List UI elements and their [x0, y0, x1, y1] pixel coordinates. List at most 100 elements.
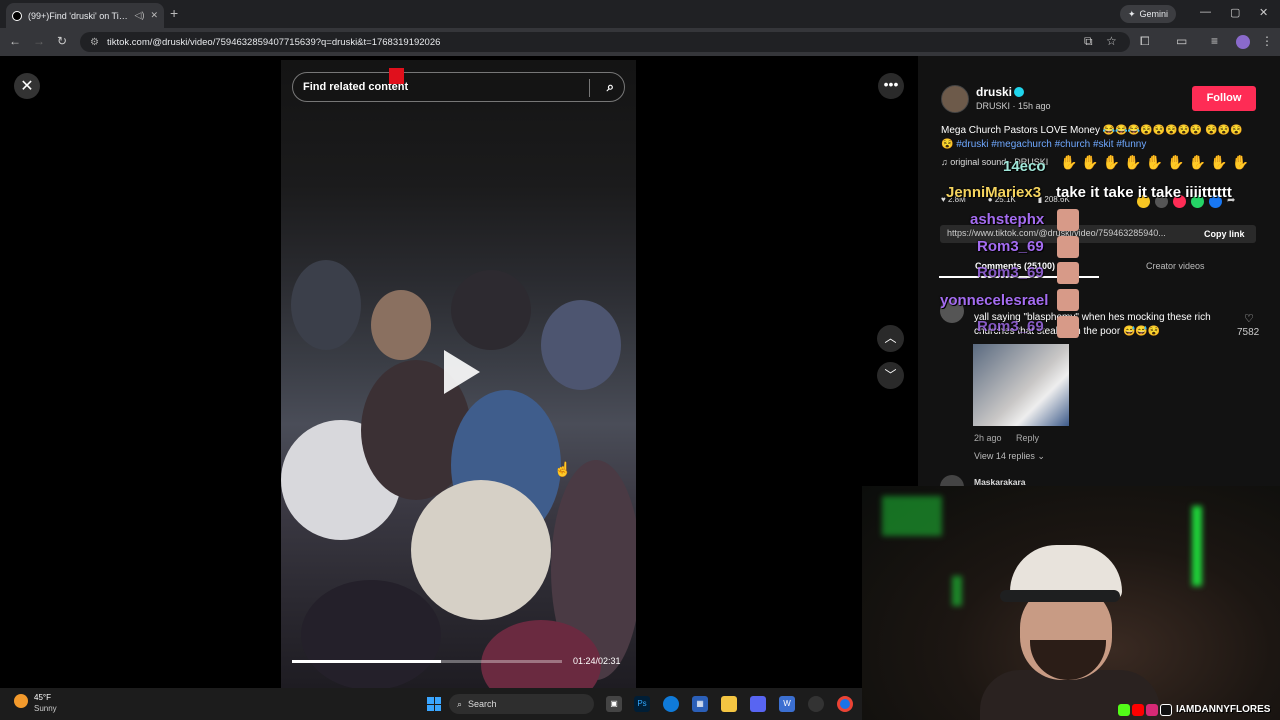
search-divider — [589, 79, 590, 97]
video-crowd-figure — [411, 480, 551, 620]
username[interactable]: druski — [976, 85, 1012, 99]
cast-icon[interactable]: ⧉ — [1084, 34, 1093, 49]
store-icon[interactable]: ▦ — [692, 696, 708, 712]
address-bar[interactable]: ⚙ tiktok.com/@druski/video/7594632859407… — [80, 32, 1130, 52]
progress-fill — [292, 660, 441, 663]
back-icon[interactable]: ← — [9, 34, 21, 48]
weather-icon[interactable] — [14, 694, 28, 708]
tiktok-icon — [12, 10, 22, 21]
more-options-icon[interactable]: ••• — [878, 73, 904, 99]
chat-message: take it take it take iiiitttttt — [1056, 184, 1232, 201]
media-icon[interactable]: ≡ — [1211, 34, 1218, 48]
menu-icon[interactable]: ⋮ — [1261, 34, 1273, 48]
view-replies-label: View 14 replies — [974, 451, 1035, 461]
file-explorer-icon[interactable] — [721, 696, 737, 712]
close-window-icon[interactable]: ✕ — [1259, 6, 1268, 19]
avatar[interactable] — [941, 85, 969, 113]
youtube-icon — [1132, 704, 1144, 716]
chat-username: 14eco — [1003, 158, 1046, 175]
find-related-search[interactable]: Find related content ⌕ — [292, 72, 625, 102]
video-time: 01:24/02:31 — [573, 656, 621, 666]
copy-link-button[interactable]: Copy link — [1204, 229, 1245, 239]
obs-icon[interactable] — [808, 696, 824, 712]
caption-text: Mega Church Pastors LOVE Money — [941, 125, 1100, 136]
comment-like-icon[interactable]: ♡ — [1244, 312, 1254, 325]
kick-icon — [1118, 704, 1130, 716]
task-view-icon[interactable]: ▣ — [606, 696, 622, 712]
chat-username: yonnecelesrael — [940, 292, 1049, 309]
chat-emote-icon — [1057, 289, 1079, 311]
profile-avatar[interactable] — [1236, 35, 1250, 49]
tiktok-icon — [1160, 704, 1172, 716]
tab-title: (99+)Find 'druski' on TikTok — [28, 10, 129, 21]
caption: Mega Church Pastors LOVE Money 😂😂😂😵😵😵😵😵 … — [941, 124, 1251, 152]
view-replies-button[interactable]: View 14 replies ⌄ — [974, 451, 1045, 462]
mute-icon[interactable]: ◁) — [135, 10, 145, 21]
comment-time: 2h ago — [974, 433, 1002, 443]
browser-tab[interactable]: (99+)Find 'druski' on TikTok ◁) ✕ — [6, 3, 164, 28]
taskbar-search-label: Search — [468, 699, 497, 709]
word-icon[interactable]: W — [779, 696, 795, 712]
reload-icon[interactable]: ↻ — [57, 34, 67, 48]
video-crowd-figure — [371, 290, 431, 360]
search-icon[interactable]: ⌕ — [607, 79, 614, 95]
chat-username: ashstephx — [970, 211, 1045, 228]
discord-icon[interactable] — [750, 696, 766, 712]
start-icon[interactable] — [427, 697, 441, 711]
gemini-icon: ✦ — [1128, 8, 1136, 19]
screen: { "browser": { "tab_title": "(99+)Find '… — [0, 0, 1280, 720]
video-crowd-figure — [301, 580, 441, 688]
weather-condition: Sunny — [34, 704, 57, 713]
extensions-icon[interactable]: ⧠ — [1140, 34, 1150, 49]
chat-emote-icon — [1057, 262, 1079, 284]
red-marker — [389, 68, 404, 84]
new-tab-icon[interactable]: + — [170, 5, 178, 21]
taskbar-search[interactable]: ⌕ Search — [449, 694, 594, 714]
user-subtitle: DRUSKI · 15h ago — [976, 101, 1051, 111]
verified-icon — [1014, 87, 1024, 97]
comment-image[interactable] — [973, 344, 1069, 426]
next-video-icon[interactable]: ﹀ — [877, 362, 904, 389]
video-crowd-figure — [451, 270, 531, 350]
edge-icon[interactable] — [663, 696, 679, 712]
chat-username: JenniMariex3 — [946, 184, 1042, 201]
chat-username: Rom3_69 — [977, 318, 1044, 335]
split-view-icon[interactable]: ▭ — [1176, 34, 1187, 48]
comment-like-count: 7582 — [1237, 327, 1260, 338]
video-progress-bar[interactable] — [292, 660, 562, 663]
minimize-icon[interactable]: — — [1200, 6, 1211, 18]
chat-emote-row: ✋✋✋✋✋✋✋✋✋ — [1060, 154, 1253, 170]
chat-emote-icon — [1057, 209, 1079, 231]
close-icon: ✕ — [20, 78, 34, 95]
social-icons — [1118, 704, 1172, 716]
reply-button[interactable]: Reply — [1016, 433, 1039, 443]
tab-bar — [0, 0, 1280, 28]
hashtags[interactable]: #druski #megachurch #church #skit #funny — [956, 139, 1146, 150]
close-tab-icon[interactable]: ✕ — [150, 10, 158, 21]
maximize-icon[interactable]: ▢ — [1230, 6, 1240, 19]
search-icon: ⌕ — [457, 698, 463, 709]
url-text: tiktok.com/@druski/video/759463285940771… — [106, 36, 441, 48]
chrome-icon[interactable] — [837, 696, 853, 712]
weather-temp: 45°F — [34, 693, 51, 702]
previous-video-icon[interactable]: ︿ — [877, 325, 904, 352]
music-note-icon: ♫ — [941, 157, 951, 167]
chat-emote-icon — [1057, 316, 1079, 338]
video-crowd-figure — [291, 260, 361, 350]
forward-icon[interactable]: → — [33, 34, 45, 48]
follow-button[interactable]: Follow — [1192, 86, 1256, 111]
close-video-button[interactable]: ✕ — [14, 73, 40, 99]
instagram-icon — [1146, 704, 1158, 716]
streamer-cap-brim — [1000, 590, 1120, 602]
play-icon[interactable] — [444, 350, 480, 394]
site-info-icon[interactable]: ⚙ — [90, 37, 99, 48]
cursor-icon: ☝ — [554, 461, 572, 477]
bookmark-star-icon[interactable]: ☆ — [1106, 34, 1117, 48]
photoshop-icon[interactable]: Ps — [634, 696, 650, 712]
chat-emote-icon — [1057, 236, 1079, 258]
chat-username: Rom3_69 — [977, 264, 1044, 281]
gemini-label: Gemini — [1139, 9, 1169, 19]
gemini-button[interactable]: ✦ Gemini — [1120, 5, 1177, 23]
streamer-handle: IAMDANNYFLORES — [1176, 704, 1271, 715]
tab-creator-videos[interactable]: Creator videos — [1146, 261, 1205, 271]
